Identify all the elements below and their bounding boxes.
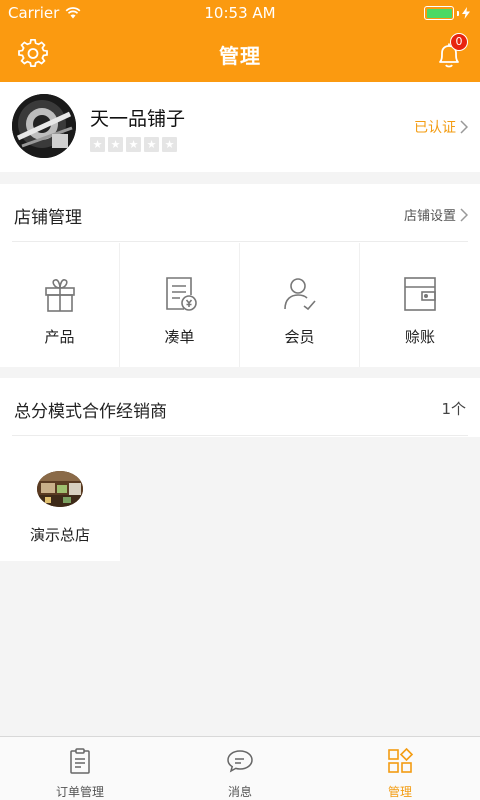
dealer-count: 1个 <box>441 400 466 418</box>
gift-icon <box>45 279 75 312</box>
store-settings-label: 店铺设置 <box>403 209 456 224</box>
grid-item-label: 产品 <box>44 328 75 346</box>
status-time: 10:53 AM <box>204 4 276 22</box>
grid-item-label: 会员 <box>284 328 315 346</box>
dealer-item[interactable]: 演示总店 <box>0 437 120 561</box>
dealer-name: 演示总店 <box>29 526 90 544</box>
chevron-right-icon <box>460 120 468 134</box>
dealers-header: 总分模式合作经销商 1个 <box>12 378 468 436</box>
notification-badge: 0 <box>450 33 468 51</box>
star-icon: ★ <box>90 137 105 152</box>
star-icon: ★ <box>162 137 177 152</box>
invoice-icon <box>166 277 197 311</box>
tab-label: 消息 <box>227 785 252 799</box>
grid-item-credit[interactable]: 赊账 <box>360 243 480 367</box>
page-title: 管理 <box>219 44 261 68</box>
tab-label: 管理 <box>387 785 412 799</box>
store-management-header: 店铺管理 店铺设置 <box>12 184 468 242</box>
avatar <box>12 94 76 158</box>
tab-order-management[interactable]: 订单管理 <box>0 737 160 800</box>
store-management-card: 店铺管理 店铺设置 产品 凑单 会员 赊账 <box>0 184 480 367</box>
star-icon: ★ <box>144 137 159 152</box>
status-bar: Carrier 10:53 AM <box>0 0 480 26</box>
grid-item-combine-order[interactable]: 凑单 <box>120 243 240 367</box>
grid-item-label: 凑单 <box>164 328 195 346</box>
charging-icon <box>462 7 470 19</box>
section-title: 店铺管理 <box>14 208 82 228</box>
store-management-grid: 产品 凑单 会员 赊账 <box>0 243 480 367</box>
rating-stars: ★ ★ ★ ★ ★ <box>90 137 177 152</box>
bottom-tab-bar: 订单管理 消息 管理 <box>0 736 480 800</box>
wallet-icon <box>404 277 436 311</box>
chat-icon <box>227 750 253 773</box>
shop-name: 天一品铺子 <box>90 108 186 130</box>
star-icon: ★ <box>126 137 141 152</box>
battery-icon <box>424 6 454 20</box>
shop-profile[interactable]: 天一品铺子 ★ ★ ★ ★ ★ 已认证 <box>0 82 480 172</box>
clipboard-icon <box>70 748 90 774</box>
tab-label: 订单管理 <box>55 785 104 799</box>
tab-messages[interactable]: 消息 <box>160 737 320 800</box>
dealers-card: 总分模式合作经销商 1个 <box>0 378 480 437</box>
verified-link[interactable]: 已认证 <box>414 117 468 137</box>
grid-icon <box>388 747 414 773</box>
grid-item-products[interactable]: 产品 <box>0 243 120 367</box>
dealer-logo <box>37 471 83 507</box>
verified-label: 已认证 <box>414 120 456 136</box>
star-icon: ★ <box>108 137 123 152</box>
top-header: Carrier 10:53 AM 管理 0 <box>0 0 480 82</box>
tab-management[interactable]: 管理 <box>320 737 480 800</box>
section-title: 总分模式合作经销商 <box>14 402 167 422</box>
grid-item-members[interactable]: 会员 <box>240 243 360 367</box>
chevron-right-icon <box>460 207 468 222</box>
grid-item-label: 赊账 <box>404 328 435 346</box>
store-settings-link[interactable]: 店铺设置 <box>404 205 468 224</box>
battery-indicator <box>424 6 470 20</box>
member-icon <box>284 278 316 311</box>
